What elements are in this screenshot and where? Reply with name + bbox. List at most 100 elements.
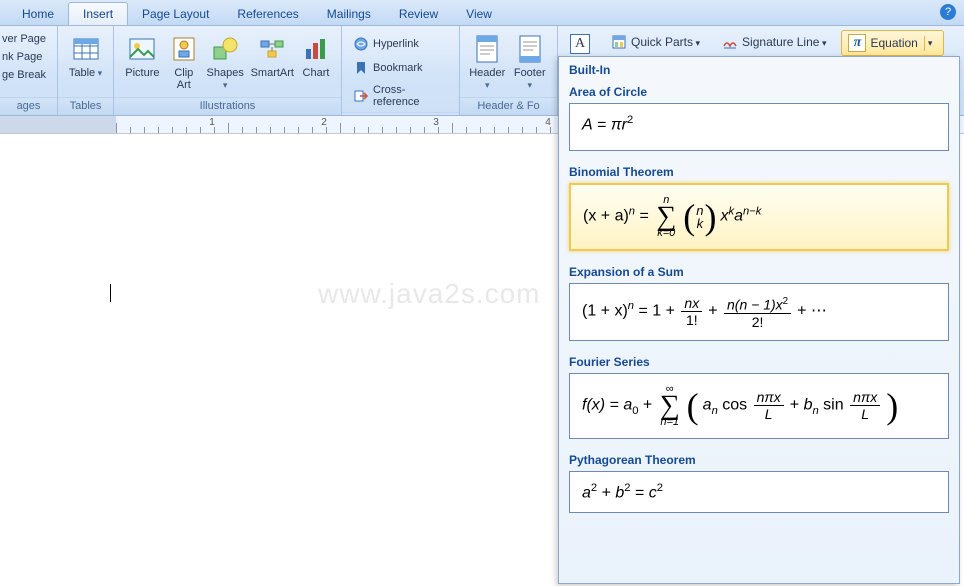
- picture-button[interactable]: Picture: [120, 30, 165, 82]
- chart-icon: [300, 33, 332, 65]
- tab-insert[interactable]: Insert: [68, 2, 128, 25]
- table-icon: [70, 33, 102, 65]
- py-eq: =: [631, 484, 649, 501]
- fo-p2: +: [790, 396, 804, 413]
- signature-line-button[interactable]: Signature Line: [715, 30, 833, 54]
- help-icon[interactable]: ?: [940, 4, 956, 20]
- quickparts-button[interactable]: Quick Parts: [604, 30, 707, 54]
- quickparts-icon: [611, 34, 627, 50]
- tab-mailings[interactable]: Mailings: [313, 3, 385, 25]
- page-break-button[interactable]: ge Break: [0, 66, 48, 84]
- pi-icon: π: [848, 34, 866, 52]
- shapes-button[interactable]: Shapes: [203, 30, 248, 94]
- footer-icon: [514, 33, 546, 65]
- watermark: www.java2s.com: [318, 278, 541, 310]
- fo-an: a: [703, 396, 712, 413]
- bin-bot: k: [697, 216, 704, 231]
- gallery-item-binom-title: Binomial Theorem: [559, 161, 959, 181]
- clipart-button[interactable]: Clip Art: [165, 30, 203, 94]
- ribbon-tabs: Home Insert Page Layout References Maili…: [0, 0, 964, 26]
- fo-p1: +: [638, 396, 656, 413]
- smartart-icon: [256, 33, 288, 65]
- f2d: 2!: [724, 314, 791, 330]
- group-label-tables: Tables: [58, 97, 113, 115]
- crossref-icon: [353, 88, 369, 104]
- gallery-item-binom[interactable]: (x + a)n = n∑k=0 (nk) xkan−k: [569, 183, 949, 251]
- frac4-icon: nπxL: [850, 389, 880, 422]
- equation-button[interactable]: π Equation ▾: [841, 30, 944, 56]
- e-eq: = 1 +: [634, 303, 679, 320]
- gallery-item-pythag-title: Pythagorean Theorem: [559, 449, 959, 469]
- lparen-icon: (: [683, 202, 695, 232]
- f1n: nx: [684, 295, 699, 311]
- crossref-button[interactable]: Cross-reference: [348, 81, 453, 111]
- group-headerfooter: Header Footer Header & Fo: [460, 26, 558, 115]
- signature-icon: [722, 34, 738, 50]
- f2n: n(n − 1)x: [727, 297, 783, 313]
- hyperlink-label: Hyperlink: [373, 38, 419, 50]
- header-icon: [471, 33, 503, 65]
- gallery-item-area-title: Area of Circle: [559, 81, 959, 101]
- table-button[interactable]: Table: [64, 30, 107, 82]
- smartart-button[interactable]: SmartArt: [248, 30, 297, 82]
- gallery-item-area[interactable]: A = πr2: [569, 103, 949, 151]
- tab-page-layout[interactable]: Page Layout: [128, 3, 223, 25]
- gallery-item-fourier-title: Fourier Series: [559, 351, 959, 371]
- clipart-label: Clip Art: [168, 67, 200, 91]
- lparen2-icon: (: [687, 391, 699, 421]
- table-label: Table: [69, 67, 102, 79]
- s2b: n=1: [660, 416, 679, 428]
- page[interactable]: www.java2s.com: [0, 164, 560, 564]
- hyperlink-button[interactable]: Hyperlink: [348, 33, 424, 55]
- fo-lhs: f(x) = a: [582, 396, 632, 413]
- group-pages: ver Page nk Page ge Break ages: [0, 26, 58, 115]
- tab-home[interactable]: Home: [8, 3, 68, 25]
- bookmark-button[interactable]: Bookmark: [348, 57, 428, 79]
- gallery-item-pythag[interactable]: a2 + b2 = c2: [569, 471, 949, 513]
- frac2-icon: n(n − 1)x22!: [724, 294, 791, 330]
- bookmark-label: Bookmark: [373, 62, 423, 74]
- e-dots: + ⋯: [797, 303, 827, 320]
- sum-bot: k=0: [657, 227, 675, 239]
- gallery-item-expand[interactable]: (1 + x)n = 1 + nx1! + n(n − 1)x22! + ⋯: [569, 283, 949, 341]
- quickparts-label: Quick Parts: [631, 35, 700, 49]
- sum2-icon: ∞∑n=1: [660, 384, 680, 428]
- math-a: a: [734, 208, 743, 225]
- ff2n: nπx: [853, 389, 877, 405]
- textbox-a-button[interactable]: A: [564, 30, 596, 58]
- e-lhs: (1 + x): [582, 303, 628, 320]
- blank-page-button[interactable]: nk Page: [0, 48, 44, 66]
- binom-icon: nk: [696, 204, 703, 230]
- math-lhs: (x + a): [583, 208, 629, 225]
- clipart-icon: [168, 33, 200, 65]
- fo-sin: sin: [819, 396, 848, 413]
- shapes-icon: [209, 33, 241, 65]
- footer-button[interactable]: Footer: [509, 30, 552, 94]
- group-label-illustrations: Illustrations: [114, 97, 341, 115]
- ff2d: L: [861, 406, 869, 422]
- signature-label: Signature Line: [742, 35, 826, 49]
- gallery-item-fourier[interactable]: f(x) = a0 + ∞∑n=1 ( an cos nπxL + bn sin…: [569, 373, 949, 439]
- group-label-pages: ages: [0, 97, 57, 115]
- cover-page-button[interactable]: ver Page: [0, 30, 48, 48]
- tab-references[interactable]: References: [223, 3, 312, 25]
- math-A: A: [582, 116, 593, 133]
- tab-view[interactable]: View: [452, 3, 506, 25]
- py-a: a: [582, 484, 591, 501]
- f1d: 1!: [681, 312, 702, 328]
- picture-icon: [126, 33, 158, 65]
- equation-dropdown-icon[interactable]: ▾: [924, 36, 936, 51]
- header-button[interactable]: Header: [466, 30, 509, 94]
- footer-label: Footer: [512, 67, 549, 91]
- gallery-item-expand-title: Expansion of a Sum: [559, 261, 959, 281]
- tab-review[interactable]: Review: [385, 3, 452, 25]
- picture-label: Picture: [125, 67, 159, 79]
- equation-gallery: Built-In Area of Circle A = πr2 Binomial…: [558, 56, 960, 584]
- py-c2: 2: [657, 482, 663, 494]
- chart-button[interactable]: Chart: [297, 30, 335, 82]
- math-eq2: =: [635, 208, 653, 225]
- math-sq: 2: [627, 114, 633, 126]
- smartart-label: SmartArt: [251, 67, 294, 79]
- gallery-header: Built-In: [559, 57, 959, 81]
- e-plus: +: [708, 303, 722, 320]
